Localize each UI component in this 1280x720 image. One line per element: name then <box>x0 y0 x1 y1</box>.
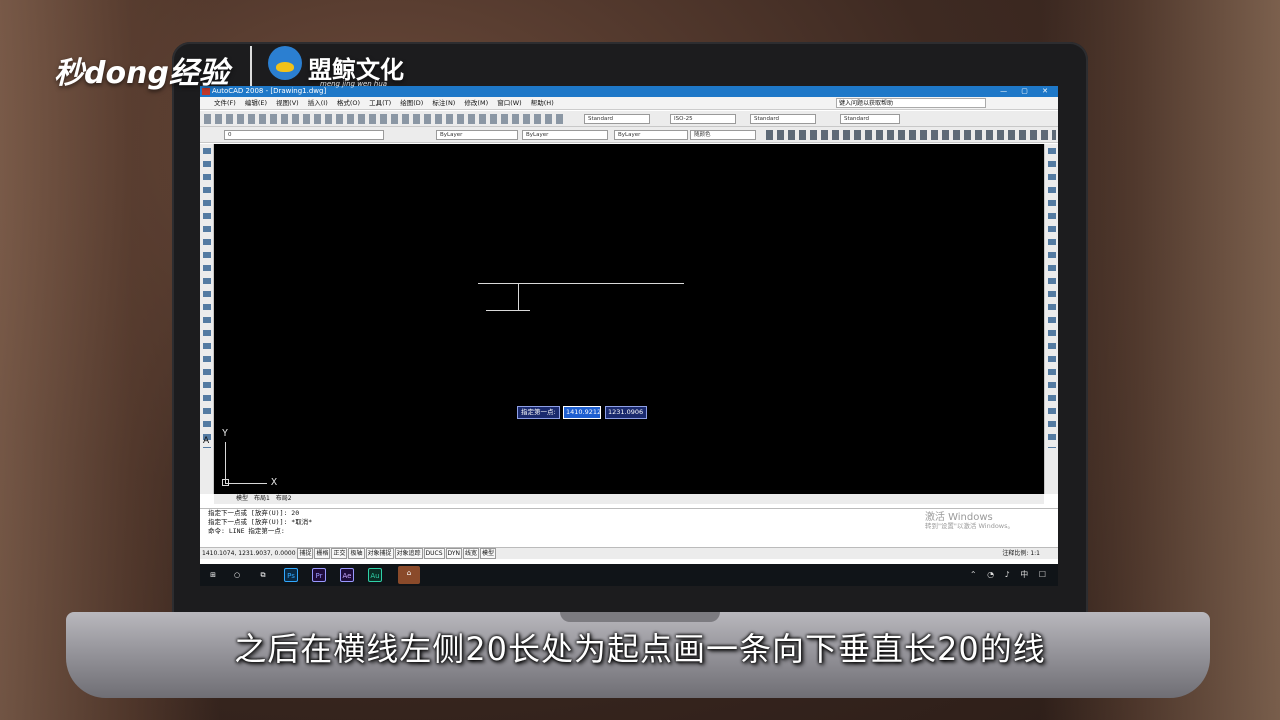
photoshop-icon[interactable]: Ps <box>284 568 298 582</box>
task-view-icon[interactable]: ⧉ <box>256 568 270 582</box>
text-tool-icon[interactable]: A <box>203 436 209 446</box>
menu-window[interactable]: 窗口(W) <box>497 99 522 107</box>
menu-edit[interactable]: 编辑(E) <box>245 99 267 107</box>
menu-modify[interactable]: 修改(M) <box>464 99 488 107</box>
toggle-dyn[interactable]: DYN <box>445 548 462 559</box>
windows-start-icon[interactable]: ⊞ <box>206 568 220 582</box>
command-window[interactable]: 指定下一点或 [放弃(U)]: 20 指定下一点或 [放弃(U)]: *取消* … <box>200 508 1058 546</box>
ucs-y-label: Y <box>222 428 229 439</box>
ucs-x-axis <box>225 483 267 484</box>
modify-tool-icons[interactable] <box>1048 148 1056 448</box>
laptop-screen: AutoCAD 2008 - [Drawing1.dwg] — ▢ ✕ 文件(F… <box>200 86 1058 586</box>
annotation-scale[interactable]: 注释比例: 1:1 <box>1002 548 1040 560</box>
standard-tool-icons[interactable] <box>204 114 564 124</box>
dim-style-select[interactable]: ISO-25 <box>670 114 736 124</box>
system-tray-icons[interactable]: ⌃ ◔ ♪ 中 ☐ <box>970 569 1050 580</box>
video-caption: 之后在横线左侧20长处为起点画一条向下垂直长20的线 <box>234 630 1046 668</box>
ucs-x-label: X <box>271 477 278 488</box>
drawing-canvas[interactable]: 指定第一点: 1410.9212 1231.0906 Y X <box>214 144 1044 494</box>
whale-logo-icon <box>268 46 302 80</box>
brand-logo: 秒dong经验 <box>54 56 229 91</box>
crosshair-vertical <box>518 283 519 311</box>
partner-tagline: meng jing wen hua <box>320 80 388 88</box>
toggle-grid[interactable]: 栅格 <box>314 548 331 559</box>
crosshair-horizontal <box>486 310 530 311</box>
lineweight-select[interactable]: ByLayer <box>614 130 688 140</box>
menu-view[interactable]: 视图(V) <box>276 99 299 107</box>
premiere-icon[interactable]: Pr <box>312 568 326 582</box>
status-bar: 1410.1074, 1231.9037, 0.0000 捕捉 栅格 正交 极轴 对象捕… <box>200 547 1058 559</box>
plot-style-select[interactable]: 随颜色 <box>690 130 756 140</box>
activate-windows-watermark: 激活 Windows 转到"设置"以激活 Windows。 <box>924 512 1014 531</box>
toggle-otrack[interactable]: 对象追踪 <box>394 548 423 559</box>
menu-dimension[interactable]: 标注(N) <box>432 99 455 107</box>
toggle-ducs[interactable]: DUCS <box>423 548 445 559</box>
search-icon[interactable]: ○ <box>230 568 244 582</box>
toggle-osnap[interactable]: 对象捕捉 <box>365 548 394 559</box>
dynamic-input-x[interactable]: 1410.9212 <box>563 406 601 419</box>
window-title: AutoCAD 2008 - [Drawing1.dwg] <box>212 87 327 95</box>
laptop-notch <box>560 612 720 622</box>
dynamic-input-y[interactable]: 1231.0906 <box>605 406 647 419</box>
toggle-lineweight[interactable]: 线宽 <box>463 548 480 559</box>
modify-toolbar <box>1044 144 1058 494</box>
menu-draw[interactable]: 绘图(D) <box>400 99 423 107</box>
draw-toolbar: A <box>200 144 214 494</box>
after-effects-icon[interactable]: Ae <box>340 568 354 582</box>
windows-taskbar: ⊞ ○ ⧉ Ps Pr Ae Au ⌂ ⌃ ◔ ♪ 中 ☐ <box>200 564 1058 586</box>
menu-format[interactable]: 格式(O) <box>337 99 360 107</box>
linetype-select[interactable]: ByLayer <box>522 130 608 140</box>
layers-properties-toolbar: 0 ByLayer ByLayer ByLayer 随颜色 <box>200 127 1058 143</box>
horizontal-line <box>478 283 684 284</box>
menu-help[interactable]: 帮助(H) <box>531 99 554 107</box>
window-controls[interactable]: — ▢ ✕ <box>1000 86 1054 97</box>
toggle-snap[interactable]: 捕捉 <box>297 548 314 559</box>
table-style-select[interactable]: Standard <box>750 114 816 124</box>
menu-tools[interactable]: 工具(T) <box>369 99 391 107</box>
audition-icon[interactable]: Au <box>368 568 382 582</box>
standard-toolbar: Standard ISO-25 Standard Standard <box>200 111 1058 127</box>
toggle-model[interactable]: 模型 <box>480 548 497 559</box>
layer-select[interactable]: 0 <box>224 130 384 140</box>
toggle-ortho[interactable]: 正交 <box>331 548 348 559</box>
layout-tabs: 模型 布局1 布局2 <box>214 494 1044 504</box>
tab-layout1[interactable]: 布局1 <box>254 495 270 502</box>
draw-tool-icons[interactable] <box>203 148 211 448</box>
menu-file[interactable]: 文件(F) <box>214 99 236 107</box>
dynamic-input-prompt: 指定第一点: <box>517 406 560 419</box>
color-select[interactable]: ByLayer <box>436 130 518 140</box>
autocad-taskbar-icon[interactable]: ⌂ <box>398 566 420 584</box>
menu-bar: 文件(F) 编辑(E) 视图(V) 插入(I) 格式(O) 工具(T) 绘图(D… <box>200 97 1058 110</box>
ucs-y-axis <box>225 442 226 484</box>
menu-insert[interactable]: 插入(I) <box>308 99 328 107</box>
tab-model[interactable]: 模型 <box>236 495 248 502</box>
logo-divider <box>250 46 252 86</box>
help-search-input[interactable]: 键入问题以获取帮助 <box>836 98 986 108</box>
ucs-origin-box <box>222 479 229 486</box>
mleader-style-select[interactable]: Standard <box>840 114 900 124</box>
coordinate-readout: 1410.1074, 1231.9037, 0.0000 <box>202 550 296 557</box>
toggle-polar[interactable]: 极轴 <box>348 548 365 559</box>
text-style-select[interactable]: Standard <box>584 114 650 124</box>
tab-layout2[interactable]: 布局2 <box>276 495 292 502</box>
dimension-tool-icons[interactable] <box>766 130 1056 140</box>
